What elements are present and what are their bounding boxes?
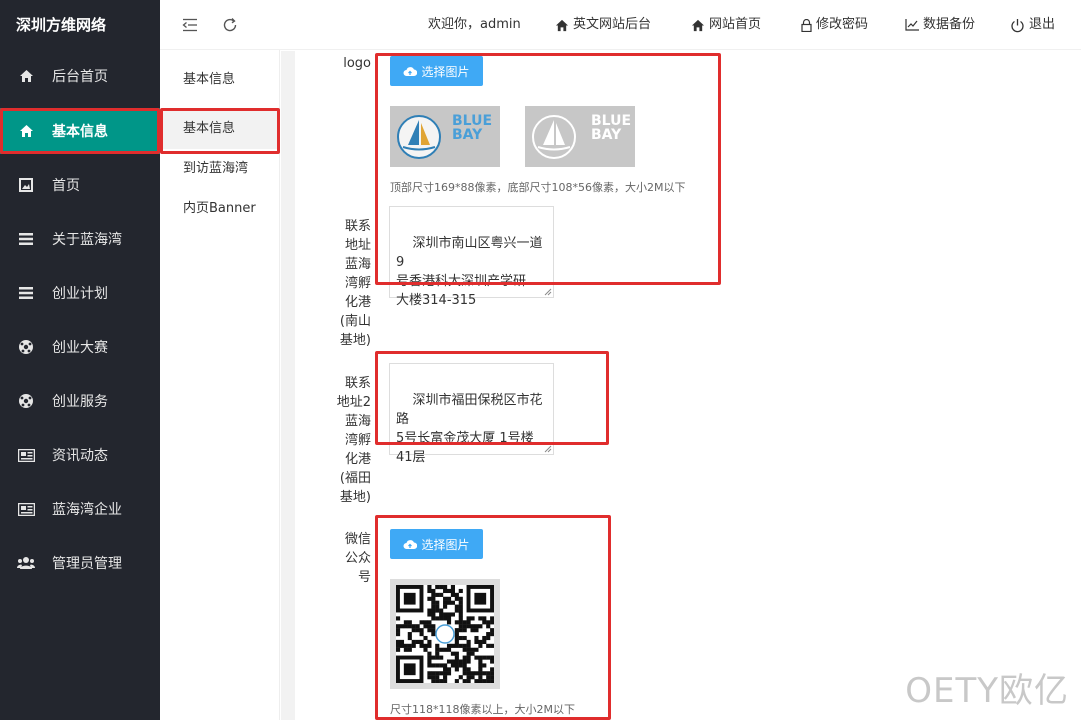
- sidebar-item-label: 关于蓝海湾: [52, 232, 122, 248]
- logo-text-top-2: BAY: [452, 127, 483, 143]
- lock-icon: [801, 18, 812, 32]
- top-header: 欢迎你，admin 英文网站后台 网站首页 修改密码 数据备份 退出: [160, 0, 1081, 50]
- logo-text-bottom-2: BAY: [591, 127, 622, 143]
- submenu-item-visit[interactable]: 到访蓝海湾: [160, 149, 280, 189]
- resize-handle-icon[interactable]: [544, 445, 552, 453]
- site-home-label: 网站首页: [709, 17, 762, 32]
- ball-icon: [17, 392, 35, 410]
- sidebar-item-home[interactable]: 首页: [0, 162, 160, 208]
- sidebar-item-contest[interactable]: 创业大赛: [0, 324, 160, 370]
- cloud-upload-icon: [404, 539, 418, 549]
- home-icon: [17, 122, 35, 140]
- sidebar-item-plan[interactable]: 创业计划: [0, 270, 160, 316]
- brand-title: 深圳方维网络: [16, 16, 107, 34]
- news-icon: [17, 446, 35, 464]
- home-icon: [691, 19, 705, 31]
- english-admin-label: 英文网站后台: [573, 17, 652, 32]
- sidebar-item-basic-info[interactable]: 基本信息: [0, 108, 160, 154]
- sidebar-item-label: 后台首页: [52, 69, 108, 85]
- resize-handle-icon[interactable]: [544, 288, 552, 296]
- change-password-link[interactable]: 修改密码: [801, 0, 868, 50]
- logout-link[interactable]: 退出: [1010, 0, 1055, 50]
- users-icon: [17, 554, 35, 572]
- wechat-select-image-label: 选择图片: [421, 537, 470, 552]
- refresh-icon[interactable]: [220, 15, 240, 35]
- list-icon: [17, 230, 35, 248]
- sidebar-item-label: 资讯动态: [52, 448, 108, 464]
- address1-textarea[interactable]: 深圳市南山区粤兴一道9 号香港科大深圳产学研 大楼314-315: [389, 206, 554, 308]
- sidebar-item-label: 创业大赛: [52, 340, 108, 356]
- collapse-menu-icon[interactable]: [180, 15, 200, 35]
- sidebar-item-admins[interactable]: 管理员管理: [0, 540, 160, 586]
- logo-size-hint: 顶部尺寸169*88像素，底部尺寸108*56像素，大小2M以下: [390, 181, 686, 194]
- address2-label: 联系地址2蓝海湾孵化港(福田基地): [336, 376, 371, 505]
- sidebar-item-label: 蓝海湾企业: [52, 502, 122, 518]
- change-password-label: 修改密码: [816, 17, 869, 32]
- data-backup-link[interactable]: 数据备份: [905, 0, 975, 50]
- address2-value: 深圳市福田保税区市花路 5号长富金茂大厦 1号楼 41层: [396, 393, 543, 465]
- logo-label: logo: [343, 56, 371, 71]
- secondary-menu: 基本信息 基本信息 到访蓝海湾 内页Banner: [160, 50, 280, 720]
- english-admin-link[interactable]: 英文网站后台: [555, 0, 651, 50]
- sidebar-item-label: 基本信息: [52, 124, 108, 140]
- power-icon: [1011, 18, 1024, 32]
- home-icon: [17, 67, 35, 85]
- sidebar-item-service[interactable]: 创业服务: [0, 378, 160, 424]
- watermark: OETY欧亿: [905, 671, 1069, 711]
- logo-select-image-label: 选择图片: [421, 64, 470, 79]
- form-card: logo 选择图片 BLUE BAY BLUE BAY 顶部尺寸169*88像素…: [295, 51, 1081, 720]
- welcome-text: 欢迎你，admin: [428, 17, 521, 32]
- chart-icon: [905, 19, 919, 31]
- logo-preview-bottom: BLUE BAY: [525, 106, 635, 167]
- wechat-size-hint: 尺寸118*118像素以上，大小2M以下: [390, 703, 575, 716]
- site-home-link[interactable]: 网站首页: [691, 0, 761, 50]
- sidebar-item-label: 管理员管理: [52, 556, 122, 572]
- logout-label: 退出: [1029, 17, 1056, 32]
- wechat-label: 微信公众号: [344, 532, 371, 585]
- sidebar-item-label: 创业计划: [52, 286, 108, 302]
- qr-code-image: [390, 579, 500, 689]
- sidebar-item-news[interactable]: 资讯动态: [0, 432, 160, 478]
- ball-icon: [17, 338, 35, 356]
- news-icon: [17, 500, 35, 518]
- submenu-item-basic-info[interactable]: 基本信息: [160, 109, 280, 149]
- submenu-item-basic-info-title[interactable]: 基本信息: [160, 60, 280, 100]
- submenu-item-banner[interactable]: 内页Banner: [160, 189, 280, 229]
- data-backup-label: 数据备份: [923, 17, 976, 32]
- wechat-select-image-button[interactable]: 选择图片: [390, 529, 483, 559]
- sidebar-item-label: 创业服务: [52, 394, 108, 410]
- sidebar-item-dashboard[interactable]: 后台首页: [0, 53, 160, 99]
- sidebar-item-label: 首页: [52, 178, 80, 194]
- cloud-upload-icon: [404, 66, 418, 76]
- logo-select-image-button[interactable]: 选择图片: [390, 56, 483, 86]
- address2-textarea[interactable]: 深圳市福田保税区市花路 5号长富金茂大厦 1号楼 41层: [389, 363, 554, 465]
- logo-preview-top: BLUE BAY: [390, 106, 500, 167]
- list-icon: [17, 284, 35, 302]
- logo-text-bottom-1: BLUE: [591, 113, 632, 129]
- image-icon: [17, 176, 35, 194]
- sidebar-item-companies[interactable]: 蓝海湾企业: [0, 486, 160, 532]
- sidebar-item-about[interactable]: 关于蓝海湾: [0, 216, 160, 262]
- home-icon: [555, 19, 569, 31]
- address1-label: 联系地址蓝海湾孵化港(南山基地): [339, 219, 371, 348]
- main-sidebar: 深圳方维网络 后台首页 基本信息 首页 关于蓝海湾 创业计划 创业大赛 创业服务…: [0, 0, 160, 720]
- address1-value: 深圳市南山区粤兴一道9 号香港科大深圳产学研 大楼314-315: [396, 236, 543, 308]
- logo-text-top-1: BLUE: [452, 113, 493, 129]
